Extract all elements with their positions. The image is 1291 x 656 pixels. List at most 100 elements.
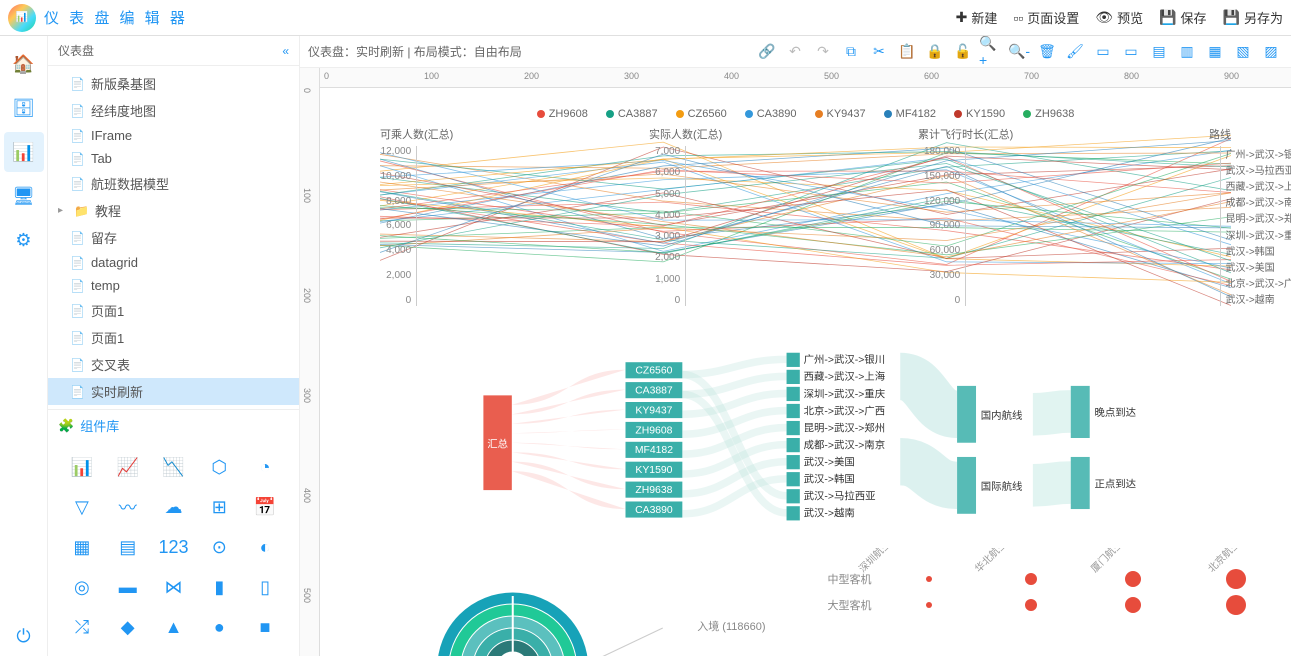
component-item[interactable]: 📈 xyxy=(106,449,150,485)
tree-item[interactable]: 📄datagrid xyxy=(48,251,299,274)
layer-front-icon[interactable]: ▭ xyxy=(1091,40,1115,64)
component-item[interactable]: ◐ xyxy=(243,529,287,565)
component-item[interactable]: 📉 xyxy=(152,449,196,485)
bubble-row: 大型客机 xyxy=(816,595,1282,615)
tree-item[interactable]: 📄页面1 xyxy=(48,324,299,351)
component-item[interactable]: 123 xyxy=(152,529,196,565)
align-1-icon[interactable]: ▤ xyxy=(1147,40,1171,64)
tree-item[interactable]: 📄经纬度地图 xyxy=(48,97,299,124)
nav-home[interactable]: 🏠 xyxy=(4,44,44,84)
component-item[interactable]: 📅 xyxy=(243,489,287,525)
axis-tick: 90,000 xyxy=(924,220,960,231)
svg-text:昆明->武汉->郑州: 昆明->武汉->郑州 xyxy=(804,421,886,434)
page-settings-button[interactable]: ▫▫页面设置 xyxy=(1013,8,1079,27)
align-4-icon[interactable]: ▧ xyxy=(1231,40,1255,64)
axis-tick: 6,000 xyxy=(655,167,680,178)
canvas-scroll[interactable]: 0100200300400500600700800900 ZH9608CA388… xyxy=(320,68,1291,656)
tree-item[interactable]: 📄页面1 xyxy=(48,297,299,324)
svg-text:汇总: 汇总 xyxy=(487,437,508,450)
tree-item[interactable]: 📄留存 xyxy=(48,224,299,251)
save-as-button[interactable]: 💾另存为 xyxy=(1223,8,1283,27)
component-item[interactable]: ⊙ xyxy=(197,529,241,565)
component-item[interactable]: ◔ xyxy=(243,449,287,485)
component-item[interactable]: ▦ xyxy=(60,529,104,565)
legend-item[interactable]: CA3890 xyxy=(745,108,797,120)
legend-item[interactable]: CZ6560 xyxy=(676,108,727,120)
nav-dashboard[interactable]: 📊 xyxy=(4,132,44,172)
bubble-chart[interactable]: 深圳航空华北航空厦门航空北京航空中型客机大型客机 xyxy=(816,548,1282,656)
nav-screen[interactable]: 🖥 xyxy=(4,176,44,216)
link-icon[interactable]: 🔗 xyxy=(755,40,779,64)
nav-settings[interactable]: ⚙ xyxy=(4,220,44,260)
component-item[interactable]: ▤ xyxy=(106,529,150,565)
tree-item[interactable]: ▸📁教程 xyxy=(48,197,299,224)
component-item[interactable]: ▲ xyxy=(152,610,196,646)
component-item[interactable]: ☁ xyxy=(152,489,196,525)
component-item[interactable]: ▯ xyxy=(243,570,287,606)
preview-button[interactable]: 👁预览 xyxy=(1095,8,1143,27)
zoom-out-icon[interactable]: 🔍- xyxy=(1007,40,1031,64)
sankey-chart[interactable]: 汇总CZ6560CA3887KY9437ZH9608MF4182KY1590ZH… xyxy=(330,338,1281,538)
redo-icon[interactable]: ↷ xyxy=(811,40,835,64)
copy-icon[interactable]: ⧉ xyxy=(839,40,863,64)
component-item[interactable]: ◆ xyxy=(106,610,150,646)
legend-item[interactable]: ZH9608 xyxy=(537,108,588,120)
new-button[interactable]: ✚新建 xyxy=(956,8,998,27)
puzzle-icon: 🧩 xyxy=(58,418,74,434)
unlock-icon[interactable]: 🔓 xyxy=(951,40,975,64)
nav-data[interactable]: 🗄 xyxy=(4,88,44,128)
legend-item[interactable]: CA3887 xyxy=(606,108,658,120)
cut-icon[interactable]: ✂ xyxy=(867,40,891,64)
legend-item[interactable]: ZH9638 xyxy=(1023,108,1074,120)
paste-icon[interactable]: 📋 xyxy=(895,40,919,64)
undo-icon[interactable]: ↶ xyxy=(783,40,807,64)
component-item[interactable]: ⤮ xyxy=(60,610,104,646)
component-lib-header[interactable]: 🧩 组件库 xyxy=(48,409,299,441)
component-item[interactable]: ⋈ xyxy=(152,570,196,606)
bubble-x-axis: 深圳航空华北航空厦门航空北京航空 xyxy=(816,548,1282,563)
nav-power[interactable]: ⏻ xyxy=(4,616,44,656)
component-item[interactable]: ◎ xyxy=(60,570,104,606)
lock-icon[interactable]: 🔒 xyxy=(923,40,947,64)
tree-item[interactable]: 📄IFrame xyxy=(48,124,299,147)
axis-label: 武汉->韩国 xyxy=(1226,243,1291,258)
save-button[interactable]: 💾保存 xyxy=(1159,8,1206,27)
delete-icon[interactable]: 🗑 xyxy=(1035,40,1059,64)
svg-text:CA3890: CA3890 xyxy=(635,505,673,516)
tree-item[interactable]: 📄航班数据模型 xyxy=(48,170,299,197)
component-item[interactable]: ▮ xyxy=(197,570,241,606)
component-item[interactable]: 📊 xyxy=(60,449,104,485)
tree-item[interactable]: 📄temp xyxy=(48,274,299,297)
axis-tick: 6,000 xyxy=(381,220,412,231)
tree-item[interactable]: 📄 交叉表 xyxy=(48,351,299,378)
canvas[interactable]: ZH9608 CA3887 CZ6560 CA3890 KY9437 MF4182 KY15… xyxy=(320,88,1291,656)
file-icon: 📄 xyxy=(70,358,85,372)
legend-label: CA3890 xyxy=(757,108,797,120)
tree-item[interactable]: 📄新版桑基图 xyxy=(48,70,299,97)
pie-chart[interactable]: 入境 (118660) xyxy=(330,548,796,656)
component-item[interactable]: ■ xyxy=(243,610,287,646)
legend-item[interactable]: KY1590 xyxy=(954,108,1005,120)
brush-icon[interactable]: 🖌 xyxy=(1063,40,1087,64)
parallel-chart[interactable]: ZH9608 CA3887 CZ6560 CA3890 KY9437 MF4182 KY15… xyxy=(330,98,1281,328)
component-item[interactable]: 〰 xyxy=(106,489,150,525)
align-5-icon[interactable]: ▨ xyxy=(1259,40,1283,64)
zoom-in-icon[interactable]: 🔍+ xyxy=(979,40,1003,64)
align-2-icon[interactable]: ▥ xyxy=(1175,40,1199,64)
component-item[interactable]: ⬡ xyxy=(197,449,241,485)
align-3-icon[interactable]: ▦ xyxy=(1203,40,1227,64)
layer-back-icon[interactable]: ▭ xyxy=(1119,40,1143,64)
legend-item[interactable]: MF4182 xyxy=(884,108,936,120)
tree-label: 交叉表 xyxy=(91,355,130,374)
component-item[interactable]: ▽ xyxy=(60,489,104,525)
component-item[interactable]: ▬ xyxy=(106,570,150,606)
component-item[interactable]: ⊞ xyxy=(197,489,241,525)
axis-label: 武汉->越南 xyxy=(1226,291,1291,306)
tree-item[interactable]: 📄实时刷新 xyxy=(48,378,299,405)
file-icon: 📄 xyxy=(70,104,85,118)
legend-item[interactable]: KY9437 xyxy=(815,108,866,120)
component-item[interactable]: ● xyxy=(197,610,241,646)
tree-item[interactable]: 📄Tab xyxy=(48,147,299,170)
collapse-icon[interactable]: « xyxy=(282,44,289,58)
axis-label: 武汉->马拉西亚 xyxy=(1226,162,1291,177)
